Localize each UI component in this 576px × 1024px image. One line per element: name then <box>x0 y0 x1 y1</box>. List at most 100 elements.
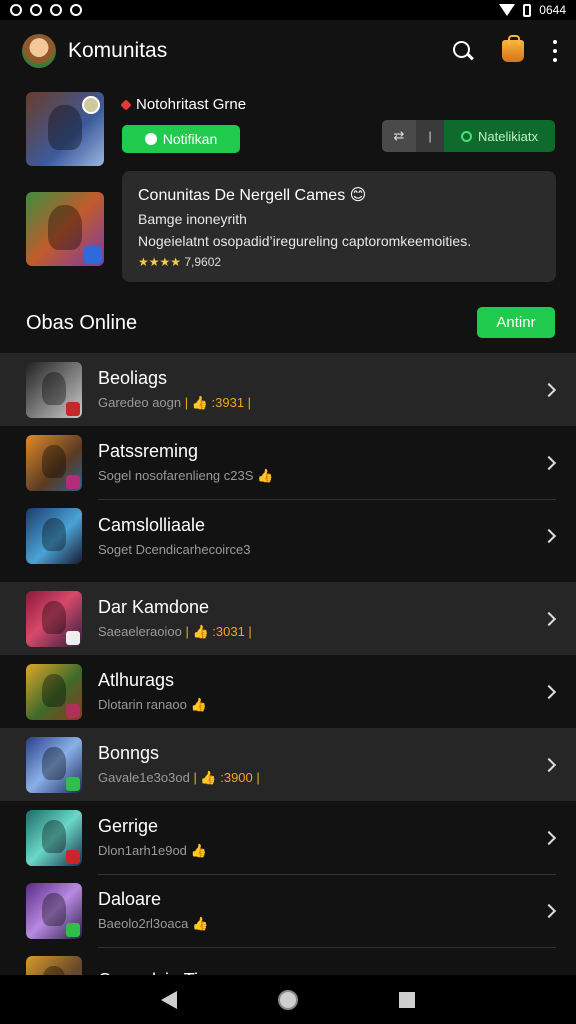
separator-icon: | <box>428 129 432 143</box>
game-subtitle: Garedeo aogn <box>98 395 182 410</box>
game-title: Gerrige <box>98 816 159 836</box>
game-subtitle: Gavale1e3o3od <box>98 770 190 785</box>
game-subtitle: Soget Dcendicarhecoirce3 <box>98 541 251 557</box>
notification-icon <box>10 4 22 16</box>
notification-icons <box>10 4 82 16</box>
notify-button[interactable]: Notifikan <box>122 125 240 153</box>
notification-icon <box>70 4 82 16</box>
chevron-right-icon <box>541 528 557 543</box>
notification-icon <box>30 4 42 16</box>
share-icon: ⇄ <box>393 128 405 143</box>
system-nav-bar <box>0 975 576 1024</box>
chevron-right-icon <box>541 611 557 626</box>
list-item[interactable]: Beoliags Garedeo aogn | 👍 :3931 | <box>0 353 576 426</box>
game-icon <box>26 809 82 866</box>
game-icon <box>26 882 82 939</box>
description-title: Conunitas De Nergell Cames 😊 <box>138 187 367 204</box>
page-title: Komunitas <box>68 39 168 62</box>
notification-line: Notohritast Grne <box>120 96 247 113</box>
badge-icon <box>66 849 80 864</box>
back-icon[interactable] <box>160 990 177 1009</box>
badge-icon <box>66 401 80 416</box>
rating-value: 7,9602 <box>184 255 222 269</box>
chevron-right-icon <box>541 903 557 918</box>
game-meta: | 👍 :3031 | <box>185 624 252 639</box>
list-item[interactable]: Patssreming Sogel nosofarenlieng c23S 👍 <box>0 426 576 499</box>
game-icon <box>26 434 82 491</box>
badge-icon <box>66 630 80 645</box>
chevron-right-icon <box>541 382 557 397</box>
more-options-icon[interactable] <box>552 40 558 62</box>
chevron-right-icon <box>541 830 557 845</box>
list-item[interactable]: Dar Kamdone Saeaeleraoioo | 👍 :3031 | <box>0 582 576 655</box>
notification-text: Notohritast Grne <box>136 96 247 113</box>
badge-icon <box>66 703 80 718</box>
badge-icon <box>82 96 100 114</box>
game-title: Camslolliaale <box>98 514 206 535</box>
game-subtitle: Saeaeleraoioo <box>98 624 182 639</box>
online-segment[interactable]: Natelikiatx <box>444 120 555 152</box>
list-item[interactable]: Gerrige Dlon1arh1e9od 👍 <box>0 801 576 874</box>
game-subtitle: Dlotarin ranaoo <box>98 697 187 712</box>
game-title: Beoliags <box>98 368 168 388</box>
game-meta: 👍 <box>190 697 207 712</box>
game-icon <box>26 663 82 720</box>
alert-dot-icon <box>120 98 132 111</box>
game-list: Beoliags Garedeo aogn | 👍 :3931 | Patssr… <box>0 353 576 1020</box>
shop-bag-icon[interactable] <box>502 35 524 62</box>
game-title: Dar Kamdone <box>98 597 210 617</box>
game-thumbnail[interactable] <box>26 192 104 266</box>
spacer <box>0 572 576 582</box>
list-item[interactable]: Atlhurags Dlotarin ranaoo 👍 <box>0 655 576 728</box>
chevron-right-icon <box>541 757 557 772</box>
game-title: Bonngs <box>98 743 160 763</box>
hero-thumbnail[interactable] <box>26 92 104 166</box>
share-segment[interactable]: ⇄ <box>382 120 416 152</box>
status-time: 0644 <box>539 3 566 17</box>
rating: ★★★★ 7,9602 <box>138 255 540 269</box>
battery-icon <box>523 3 532 17</box>
divider-segment[interactable]: | <box>416 120 444 152</box>
avatar[interactable] <box>22 34 56 68</box>
badge-icon <box>66 776 80 791</box>
check-icon <box>144 133 157 145</box>
chevron-right-icon <box>541 455 557 470</box>
notification-icon <box>50 4 62 16</box>
list-item[interactable]: Camslolliaale Soget Dcendicarhecoirce3 <box>0 499 576 572</box>
description-card: Conunitas De Nergell Cames 😊 Bamge inone… <box>122 171 556 282</box>
game-title: Daloare <box>98 889 162 909</box>
game-meta: 👍 <box>191 916 209 931</box>
chevron-right-icon <box>541 684 557 699</box>
notify-button-label: Notifikan <box>162 131 218 147</box>
status-bar: 0644 <box>0 0 576 20</box>
game-title: Atlhurags <box>98 670 175 690</box>
game-meta: 👍 <box>257 468 274 483</box>
badge-icon <box>66 474 80 489</box>
app-bar: Komunitas <box>0 20 576 82</box>
status-ring-icon <box>461 130 473 142</box>
home-icon[interactable] <box>277 989 298 1010</box>
game-meta: | 👍 :3931 | <box>184 395 252 410</box>
section-title: Obas Online <box>26 312 138 334</box>
game-subtitle: Baeolo2rl3oaca <box>98 916 189 931</box>
description-subtitle: Bamge inoneyrith <box>138 211 247 227</box>
segment-label: Natelikiatx <box>478 128 538 144</box>
badge-icon <box>66 922 80 937</box>
game-meta: 👍 <box>190 843 207 858</box>
search-icon[interactable] <box>452 40 474 62</box>
game-subtitle: Sogel nosofarenlieng c23S <box>98 468 254 483</box>
wifi-icon <box>499 4 516 16</box>
game-icon <box>26 507 82 564</box>
list-item[interactable]: Daloare Baeolo2rl3oaca 👍 <box>0 874 576 947</box>
action-segment-control: ⇄ | Natelikiatx <box>382 120 555 152</box>
game-subtitle: Dlon1arh1e9od <box>98 843 187 858</box>
game-meta: | 👍 :3900 | <box>193 770 260 785</box>
game-icon <box>26 361 82 418</box>
section-action-button[interactable]: Antinr <box>477 307 555 338</box>
list-item[interactable]: Bonngs Gavale1e3o3od | 👍 :3900 | <box>0 728 576 801</box>
game-title: Patssreming <box>98 441 199 461</box>
star-icons: ★★★★ <box>138 255 182 269</box>
verified-icon <box>84 246 102 264</box>
description-body: Nogeielatnt osopadid’iregureling captoro… <box>138 233 472 249</box>
recent-apps-icon[interactable] <box>399 991 416 1008</box>
